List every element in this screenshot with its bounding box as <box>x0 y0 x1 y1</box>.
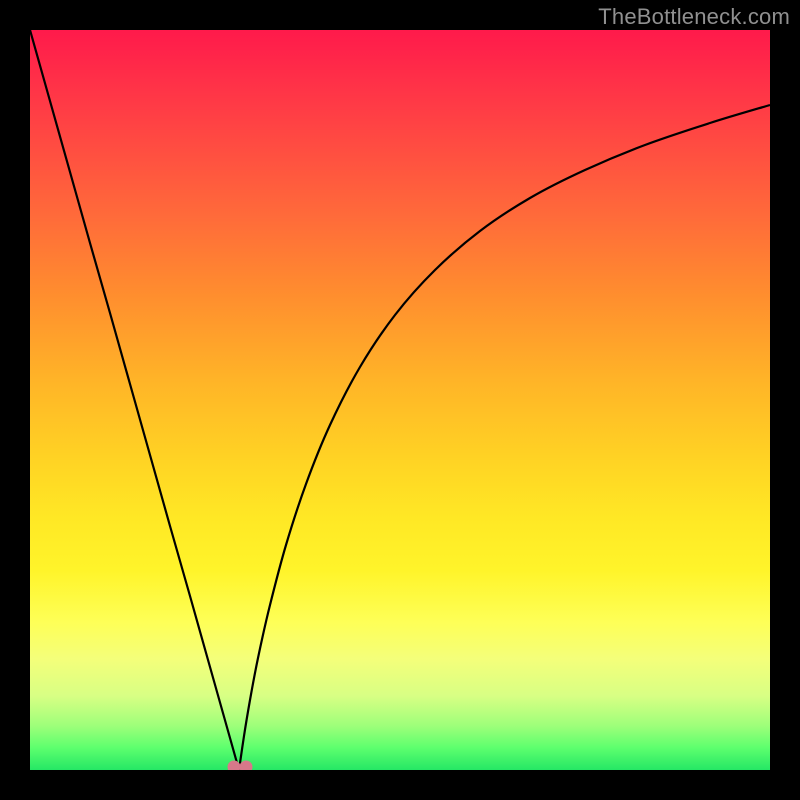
watermark-text: TheBottleneck.com <box>598 4 790 30</box>
chart-svg <box>30 30 770 770</box>
curve-left-branch <box>30 30 239 770</box>
min-dot-2 <box>240 761 252 770</box>
outer-frame: TheBottleneck.com <box>0 0 800 800</box>
curve-right-branch <box>239 105 770 770</box>
min-dot-1 <box>228 761 240 770</box>
